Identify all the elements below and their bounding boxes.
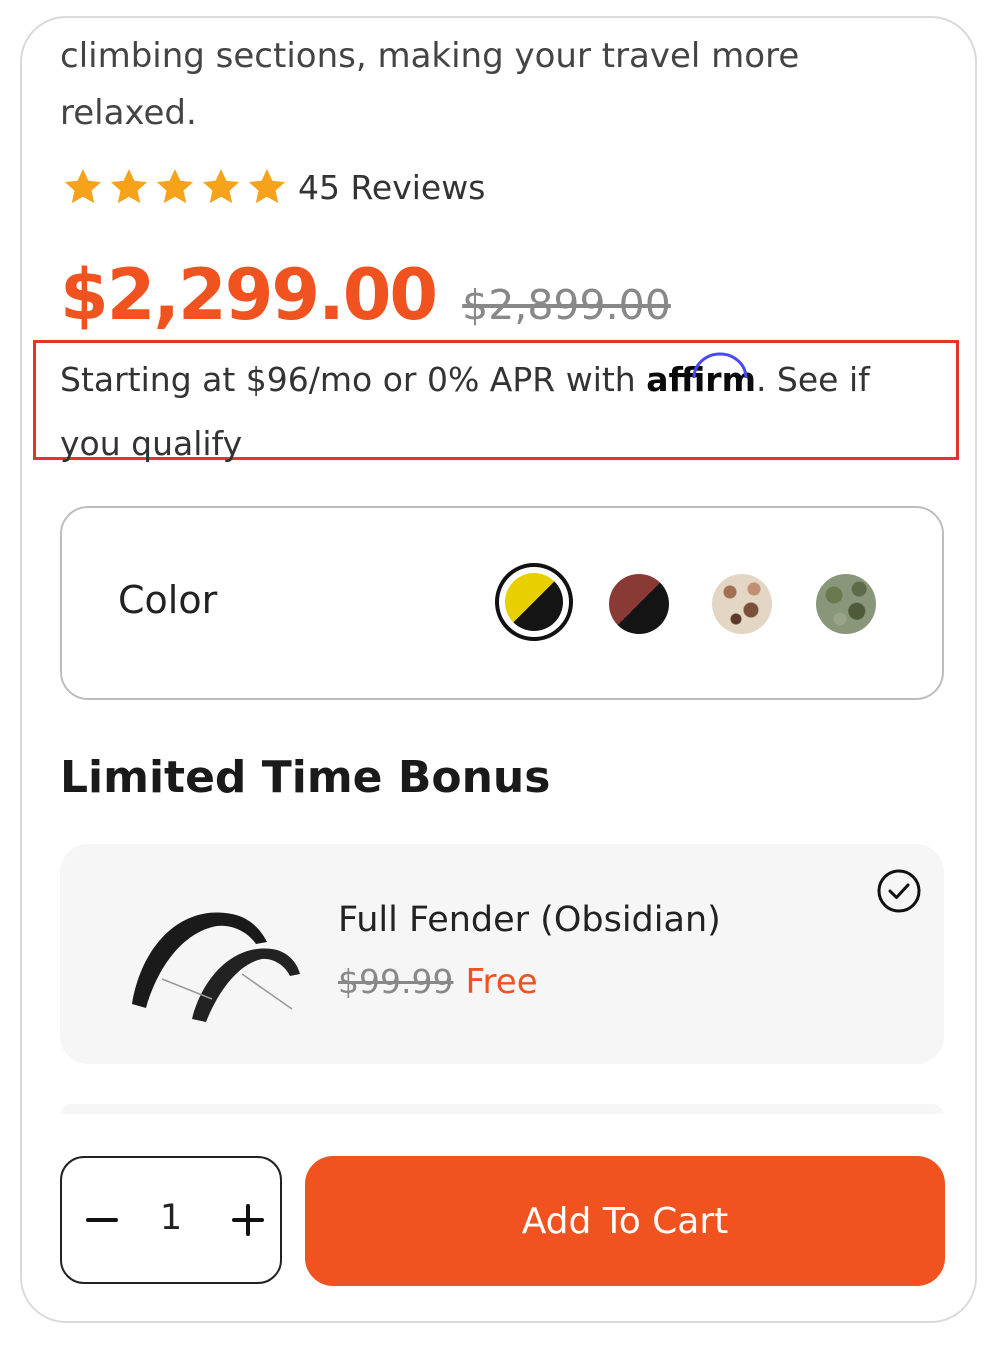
color-swatch-yellow-black[interactable] bbox=[495, 563, 573, 641]
color-label: Color bbox=[118, 578, 218, 622]
star-icon bbox=[202, 169, 240, 204]
reviews-link[interactable]: 45 Reviews bbox=[298, 168, 485, 207]
color-swatch-red-black[interactable] bbox=[609, 574, 669, 634]
bonus-price: $99.99 Free bbox=[338, 962, 538, 1002]
bonus-item-name: Full Fender (Obsidian) bbox=[338, 900, 721, 940]
product-description: climbing sections, making your travel mo… bbox=[60, 36, 800, 133]
star-icon bbox=[156, 169, 194, 204]
rating-row[interactable]: 45 Reviews bbox=[62, 164, 485, 210]
plus-icon[interactable] bbox=[224, 1196, 272, 1244]
bonus-free-label: Free bbox=[465, 962, 538, 1002]
fender-product-image bbox=[132, 912, 300, 1022]
color-swatch-green-camo[interactable] bbox=[816, 574, 876, 634]
quantity-stepper: 1 bbox=[60, 1156, 282, 1284]
bonus-old-price: $99.99 bbox=[338, 962, 454, 1001]
star-icon bbox=[248, 169, 286, 204]
affirm-logo: affirm bbox=[646, 348, 756, 412]
color-selector: Color bbox=[60, 506, 944, 700]
financing-prefix: Starting at $96/mo or 0% APR with bbox=[60, 360, 636, 399]
bonus-section-title: Limited Time Bonus bbox=[60, 752, 551, 803]
product-page-frame: climbing sections, making your travel mo… bbox=[20, 16, 977, 1323]
affirm-financing-message[interactable]: Starting at $96/mo or 0% APR with affirm… bbox=[60, 348, 940, 476]
add-to-cart-button[interactable]: Add To Cart bbox=[305, 1156, 945, 1286]
star-icon bbox=[64, 169, 102, 204]
add-to-cart-bar: 1 Add To Cart bbox=[22, 1114, 975, 1321]
check-circle-icon[interactable] bbox=[876, 868, 922, 914]
star-icon bbox=[110, 169, 148, 204]
bonus-item-card[interactable]: Full Fender (Obsidian) $99.99 Free bbox=[60, 844, 944, 1064]
affirm-arc-icon bbox=[692, 352, 748, 379]
star-rating bbox=[62, 166, 288, 208]
compare-at-price: $2,899.00 bbox=[462, 281, 671, 329]
color-swatch-desert-camo[interactable] bbox=[712, 574, 772, 634]
price-row: $2,299.00 $2,899.00 bbox=[60, 254, 671, 336]
sale-price: $2,299.00 bbox=[60, 254, 438, 336]
